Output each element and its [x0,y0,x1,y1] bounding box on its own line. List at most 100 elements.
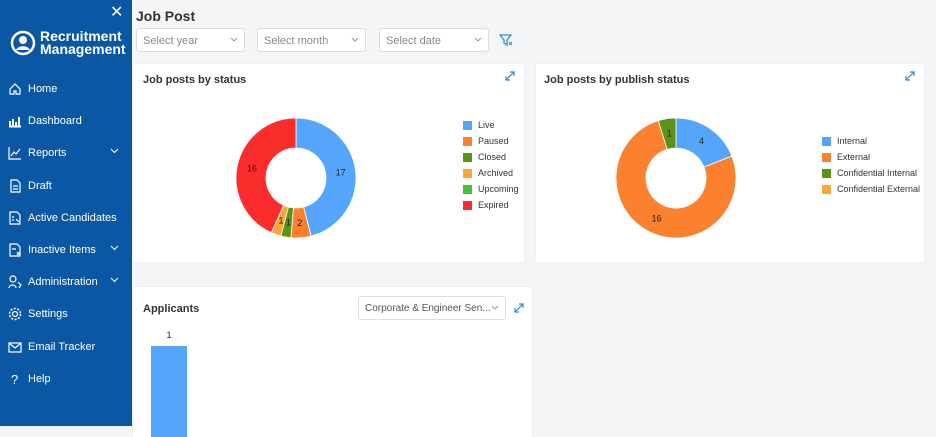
legend-label: Confidential Internal [837,168,918,178]
chevron-down-icon[interactable] [110,245,119,251]
sidebar-item-label: Home [28,83,58,95]
expand-icon[interactable] [513,302,525,314]
sidebar-item-label: Active Candidates [28,211,117,224]
select-year[interactable]: Select year [136,28,245,52]
legend-item[interactable]: External [822,149,920,165]
slice-value-label: 2 [297,218,302,228]
sidebar-item-label: Inactive Items [28,244,96,256]
sidebar-item-email-tracker[interactable]: Email Tracker [0,333,132,361]
status-donut-chart: 1721116 [235,117,357,239]
applicants-filter-value: Corporate & Engineer Sen... [365,303,491,314]
legend-item[interactable]: Archived [463,165,519,181]
select-date-placeholder: Select date [386,35,442,47]
sidebar-item-draft[interactable]: Draft [0,172,132,200]
sidebar-item-administration[interactable]: Administration [0,268,132,296]
select-month[interactable]: Select month [257,28,366,52]
expand-icon[interactable] [904,70,916,82]
chevron-down-icon[interactable] [110,277,119,283]
select-month-placeholder: Select month [264,35,329,47]
job-status-card: Job posts by status 17 2 1 1 16 Live Paused Cl… [133,64,524,262]
legend-item[interactable]: Confidential Internal [822,165,920,181]
publish-status-card: Job posts by publish status 4 16 1 Interna… [536,64,924,262]
status-legend: Live Paused Closed Archived Upcoming Expired [463,117,519,213]
sidebar-item-inactive-items[interactable]: Inactive Items [0,236,132,264]
inactive-items-icon [9,243,21,257]
legend-label: External [837,152,871,162]
legend-label: Archived [478,168,514,178]
sidebar-item-home[interactable]: Home [0,75,132,103]
legend-swatch [463,200,472,210]
slice-value-label: 1 [279,215,284,225]
legend-label: Expired [478,200,509,210]
reports-icon [8,147,21,160]
sidebar-item-label: Help [28,372,51,385]
legend-label: Live [478,120,495,130]
legend-swatch [822,184,831,194]
legend-item[interactable]: Live [463,117,519,133]
legend-item[interactable]: Confidential External [822,181,920,197]
legend-swatch [463,152,472,162]
sidebar-item-dashboard[interactable]: Dashboard [0,107,132,135]
applicants-card: Applicants Corporate & Engineer Sen... 1 [133,287,532,437]
sidebar-item-label: Dashboard [28,115,82,128]
chevron-down-icon [230,37,238,42]
applicants-bar-chart: 1 [151,330,187,437]
legend-swatch [463,120,472,130]
svg-text:?: ? [11,372,18,386]
legend-label: Confidential External [837,184,921,194]
publish-legend: Internal External Confidential Internal Con… [822,133,920,197]
slice-value-label: 4 [699,136,704,146]
mail-icon [8,341,22,353]
legend-label: Upcoming [478,184,519,194]
clear-filter-icon[interactable] [499,34,513,47]
card-title: Applicants [143,303,200,315]
legend-item[interactable]: Upcoming [463,181,519,197]
bar-value-label: 1 [166,330,171,340]
close-sidebar-icon[interactable]: ✕ [110,2,123,22]
applicants-bar[interactable] [151,346,187,437]
legend-swatch [463,184,472,194]
page-title: Job Post [136,8,196,24]
home-icon [9,83,21,95]
dashboard-icon [9,117,21,128]
legend-swatch [463,136,472,146]
select-date[interactable]: Select date [379,28,489,52]
legend-label: Paused [478,136,509,146]
help-icon: ? [11,372,18,386]
card-title: Job posts by publish status [544,74,690,86]
sidebar-item-help[interactable]: ? Help [0,365,132,393]
chevron-down-icon [491,305,499,310]
slice-value-label: 16 [247,164,257,174]
applicants-filter-select[interactable]: Corporate & Engineer Sen... [358,296,506,320]
slice-value-label: 1 [286,217,291,227]
legend-swatch [822,168,831,178]
sidebar-item-reports[interactable]: Reports [0,139,132,167]
sidebar-item-active-candidates[interactable]: Active Candidates [0,204,132,232]
sidebar-item-label: Draft [28,179,52,192]
sidebar-item-label: Administration [28,276,98,289]
legend-item[interactable]: Expired [463,197,519,213]
expand-icon[interactable] [504,70,516,82]
legend-item[interactable]: Internal [822,133,920,149]
legend-item[interactable]: Paused [463,133,519,149]
slice-value-label: 17 [336,167,346,177]
publish-donut-chart: 4 16 1 [615,117,737,239]
legend-swatch [822,152,831,162]
gear-icon [8,308,22,321]
sidebar-item-label: Settings [28,308,68,321]
active-candidates-icon [9,211,21,225]
slice-value-label: 16 [651,214,661,224]
legend-item[interactable]: Closed [463,149,519,165]
legend-swatch [822,136,831,146]
app-name-line2: Management [40,41,126,57]
chevron-down-icon[interactable] [110,148,119,154]
app-logo: Recruitment Management [10,29,126,57]
sidebar-item-label: Reports [28,147,67,160]
sidebar-item-label: Email Tracker [28,340,96,353]
legend-swatch [463,168,472,178]
sidebar-item-settings[interactable]: Settings [0,300,132,328]
administration-icon [8,275,22,289]
legend-label: Internal [837,136,868,146]
select-year-placeholder: Select year [143,35,199,47]
chevron-down-icon [474,37,482,42]
